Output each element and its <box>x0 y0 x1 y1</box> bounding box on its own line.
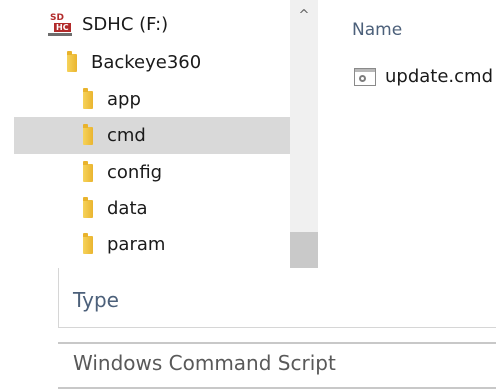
tree-item-backeye360[interactable]: Backeye360 <box>0 44 290 81</box>
tree-item-label: data <box>107 198 148 219</box>
tree-item-app[interactable]: app <box>0 81 290 118</box>
tree-item-label: SDHC (F:) <box>82 14 169 35</box>
folder-icon <box>83 87 93 109</box>
tree-item-data[interactable]: data <box>0 190 290 227</box>
tree-item-param[interactable]: param <box>0 226 290 263</box>
folder-icon <box>83 123 93 145</box>
tree-item-config[interactable]: config <box>0 154 290 191</box>
name-column-header[interactable]: Name <box>352 20 402 40</box>
folder-icon <box>83 196 93 218</box>
type-property-header: Type <box>58 268 496 328</box>
tree-item-label: param <box>107 234 166 255</box>
cmd-file-icon <box>354 67 376 86</box>
sdhc-drive-icon: SD HC <box>48 13 72 37</box>
type-value-field: Windows Command Script <box>58 342 496 389</box>
folder-icon <box>83 232 93 254</box>
navigation-pane: SD HC SDHC (F:) Backeye360 app cmd confi… <box>0 0 318 268</box>
tree-item-label: app <box>107 89 141 110</box>
drive-icon-base <box>48 32 72 36</box>
type-value-text: Windows Command Script <box>73 351 336 375</box>
file-explorer-window: SD HC SDHC (F:) Backeye360 app cmd confi… <box>0 0 496 389</box>
tree-item-drive[interactable]: SD HC SDHC (F:) <box>0 6 290 43</box>
scroll-thumb[interactable] <box>290 232 318 268</box>
tree-item-label: cmd <box>107 125 146 146</box>
tree-item-cmd[interactable]: cmd <box>14 117 290 154</box>
gear-icon <box>359 74 366 82</box>
file-item-update-cmd[interactable]: update.cmd <box>354 66 493 87</box>
type-header-label: Type <box>73 288 119 312</box>
tree-item-label: config <box>107 162 163 183</box>
file-name: update.cmd <box>385 66 493 87</box>
nav-scrollbar[interactable]: ^ <box>290 0 318 268</box>
drive-icon-sd-text: SD <box>50 12 64 23</box>
type-header-divider <box>58 327 496 328</box>
drive-icon-hc-text: HC <box>54 22 71 32</box>
tree-item-label: Backeye360 <box>91 52 202 73</box>
folder-icon <box>83 160 93 182</box>
folder-icon <box>67 50 77 72</box>
scroll-up-arrow-icon[interactable]: ^ <box>290 4 318 28</box>
